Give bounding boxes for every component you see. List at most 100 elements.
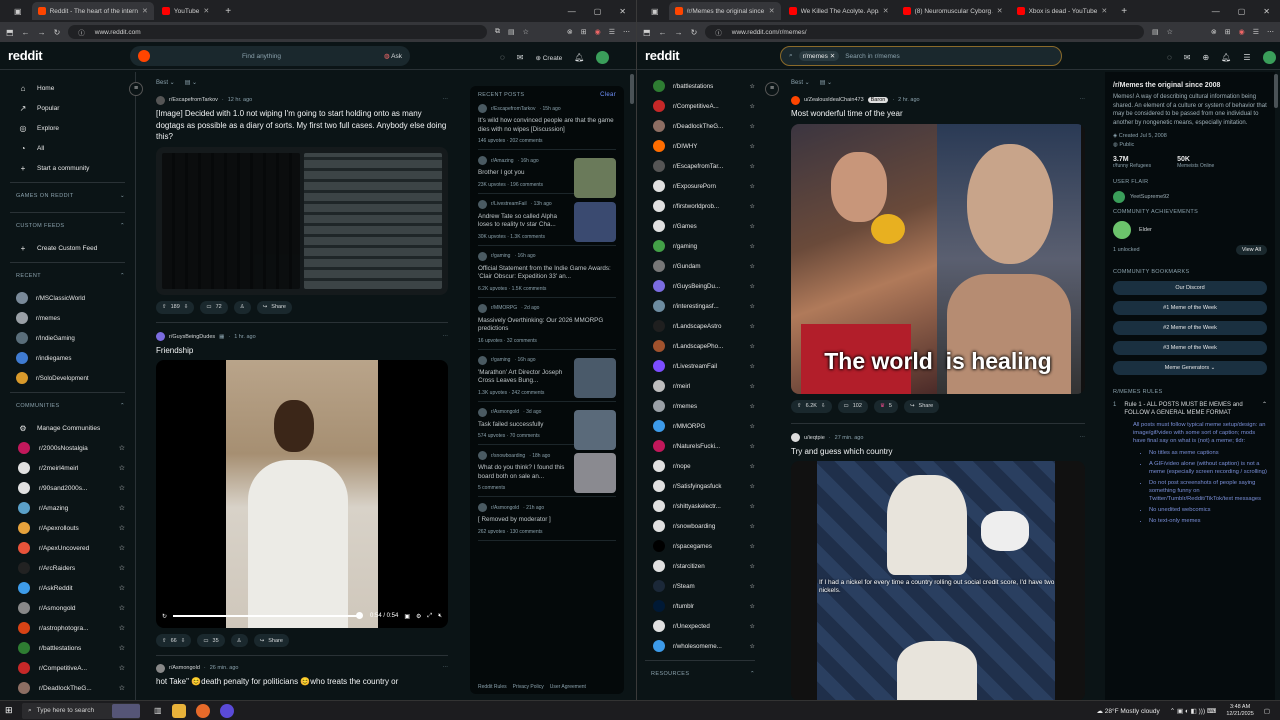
section-custom-feeds[interactable]: CUSTOM FEEDS ⌃ — [10, 212, 125, 238]
sidebar-item-explore[interactable]: ◎ Explore — [10, 118, 125, 138]
advertise-icon[interactable]: ◌ — [1167, 53, 1172, 62]
star-icon[interactable]: ☆ — [119, 544, 125, 552]
favorites-icon[interactable]: ☰ — [609, 28, 615, 36]
community-item[interactable]: r/ApexUncovered ☆ — [10, 538, 125, 558]
star-icon[interactable]: ☆ — [749, 403, 755, 410]
recent-post-thumbnail[interactable] — [574, 409, 616, 450]
taskbar-search[interactable]: ⌕ Type here to search — [22, 702, 140, 719]
profile-icon[interactable]: ◉ — [1239, 28, 1245, 36]
favorite-icon[interactable]: ☆ — [523, 28, 529, 36]
url-field[interactable]: ⓘ www.reddit.com/r/memes/ — [705, 25, 1144, 39]
star-icon[interactable]: ☆ — [749, 283, 755, 290]
community-item[interactable]: r/ArcRaiders ☆ — [10, 558, 125, 578]
community-item[interactable]: r/snowboarding ☆ — [645, 516, 755, 536]
post-image[interactable] — [156, 146, 448, 295]
recent-post[interactable]: r/gaming · 16h ago Official Statement from… — [478, 246, 616, 298]
community-item[interactable]: r/SoloDevelopment — [10, 368, 125, 388]
footer-link[interactable]: User Agreement — [550, 684, 586, 690]
sidebar-toggle-icon[interactable]: ⬒ — [643, 28, 651, 37]
comments-button[interactable]: ▭ 35 — [197, 634, 225, 647]
sort-dropdown[interactable]: Best ⌄ — [156, 79, 175, 86]
community-item[interactable]: r/astrophotogra... ☆ — [10, 618, 125, 638]
vote-pill[interactable]: ⇧ 6.2K ⇩ — [791, 399, 832, 413]
star-icon[interactable]: ☆ — [749, 363, 755, 370]
community-item[interactable]: r/DeadlockTheG... ☆ — [10, 678, 125, 698]
star-icon[interactable]: ☆ — [119, 664, 125, 672]
tray-icons[interactable]: ⌃ ▣ ◐ ◧ ))) ⌨ — [1170, 707, 1217, 715]
browser-tab[interactable]: We Killed The Acolyte. Appa ✕ — [783, 2, 895, 20]
star-icon[interactable]: ☆ — [749, 643, 755, 650]
community-item[interactable]: r/Amazing ☆ — [10, 498, 125, 518]
browser-tab[interactable]: /r/Memes the original since 20 ✕ — [668, 2, 781, 20]
manage-communities[interactable]: ⚙ Manage Communities — [10, 418, 125, 438]
footer-link[interactable]: Reddit Rules — [478, 684, 507, 690]
achievement-row[interactable]: Elder — [1113, 221, 1267, 240]
star-icon[interactable]: ☆ — [119, 564, 125, 572]
star-icon[interactable]: ☆ — [749, 603, 755, 610]
downvote-icon[interactable]: ⇩ — [181, 638, 186, 644]
scrollbar[interactable] — [1274, 74, 1278, 108]
post-title[interactable]: Friendship — [156, 345, 448, 357]
star-icon[interactable]: ☆ — [119, 684, 125, 692]
mute-icon[interactable]: 🔇︎ — [438, 613, 442, 620]
favorite-icon[interactable]: ☆ — [1167, 28, 1173, 36]
bookmark-button[interactable]: Meme Generators ⌄ — [1113, 361, 1267, 376]
community-item[interactable]: r/tumblr ☆ — [645, 596, 755, 616]
bookmark-button[interactable]: #1 Meme of the Week — [1113, 301, 1267, 316]
vote-pill[interactable]: ⇧ 189 ⇩ — [156, 300, 195, 314]
community-item[interactable]: r/LivestreamFail ☆ — [645, 356, 755, 376]
bookmark-button[interactable]: #3 Meme of the Week — [1113, 341, 1267, 356]
back-icon[interactable]: ← — [22, 28, 30, 37]
star-icon[interactable]: ☆ — [749, 143, 755, 150]
community-item[interactable]: r/LandscapeAstro ☆ — [645, 316, 755, 336]
community-item[interactable]: r/memes ☆ — [645, 396, 755, 416]
community-item[interactable]: r/MSClassicWorld — [10, 288, 125, 308]
tab-list-icon[interactable]: ▣ — [6, 7, 30, 16]
star-icon[interactable]: ☆ — [749, 483, 755, 490]
minimize-icon[interactable]: — — [568, 7, 576, 16]
create-button[interactable]: ⊕ Create — [535, 54, 562, 62]
post-title[interactable]: Try and guess which country — [791, 446, 1085, 458]
rule-1[interactable]: 1 Rule 1 - ALL POSTS MUST BE MEMES and FO… — [1113, 401, 1267, 417]
community-item[interactable]: r/CompetitiveA... ☆ — [10, 658, 125, 678]
notifications-icon[interactable]: 🔔︎ — [1221, 53, 1231, 62]
community-item[interactable]: r/DIWHY ☆ — [645, 136, 755, 156]
star-icon[interactable]: ☆ — [749, 543, 755, 550]
post-image[interactable]: If I had a nickel for every time a count… — [791, 461, 1085, 700]
clock[interactable]: 3:48 AM 12/21/2025 — [1226, 704, 1254, 718]
screenshot-icon[interactable]: ⧉ — [495, 28, 500, 36]
star-icon[interactable]: ☆ — [749, 83, 755, 90]
reload-icon[interactable]: ↻ — [54, 28, 61, 37]
community-item[interactable]: r/90sand2000s... ☆ — [10, 478, 125, 498]
post-card[interactable]: u/ieqtpie · 27 min. ago ⋯ Try and guess whi… — [783, 430, 1093, 700]
vote-pill[interactable]: ⇧ 66 ⇩ — [156, 634, 192, 647]
community-item[interactable]: r/ExposurePorn ☆ — [645, 176, 755, 196]
star-icon[interactable]: ☆ — [749, 343, 755, 350]
profile-icon[interactable]: ◉ — [595, 28, 601, 36]
recent-post[interactable]: r/LivestreamFail · 13h ago Andrew Tate so … — [478, 194, 616, 246]
community-item[interactable]: r/firstworldprob... ☆ — [645, 196, 755, 216]
more-icon[interactable]: ⋯ — [1080, 435, 1086, 441]
settings-icon[interactable]: ⚙ — [416, 613, 421, 620]
star-icon[interactable]: ☆ — [749, 103, 755, 110]
replay-icon[interactable]: ↻ — [162, 613, 167, 620]
post-image[interactable]: The world is healing — [791, 123, 1085, 394]
more-icon[interactable]: ⋯ — [443, 665, 449, 671]
award-button[interactable]: ♙ — [230, 634, 248, 647]
community-item[interactable]: r/interestingasf... ☆ — [645, 296, 755, 316]
new-tab-button[interactable]: + — [1115, 6, 1133, 17]
post-card[interactable]: r/Asmongold · 26 min. ago ⋯ hot Take" 😊deat… — [148, 660, 456, 688]
star-icon[interactable]: ☆ — [119, 524, 125, 532]
chat-icon[interactable]: ✉ — [517, 53, 524, 62]
star-icon[interactable]: ☆ — [749, 323, 755, 330]
community-item[interactable]: r/wholesomeme... ☆ — [645, 636, 755, 656]
more-icon[interactable]: ⋯ — [1267, 28, 1274, 36]
bookmark-button[interactable]: Our Discord — [1113, 281, 1267, 296]
community-item[interactable]: r/nope ☆ — [645, 456, 755, 476]
community-item[interactable]: r/EscapefromTar... ☆ — [645, 156, 755, 176]
view-all-button[interactable]: View All — [1235, 245, 1267, 256]
recent-post[interactable]: r/Amazing · 16h ago Brother I got you 23K u… — [478, 150, 616, 198]
more-icon[interactable]: ⋯ — [443, 97, 449, 103]
post-card[interactable]: r/GuysBeingDudes ▦ · 1 hr. ago ⋯ Friendship … — [148, 329, 456, 647]
upvote-icon[interactable]: ⇧ — [162, 304, 167, 310]
